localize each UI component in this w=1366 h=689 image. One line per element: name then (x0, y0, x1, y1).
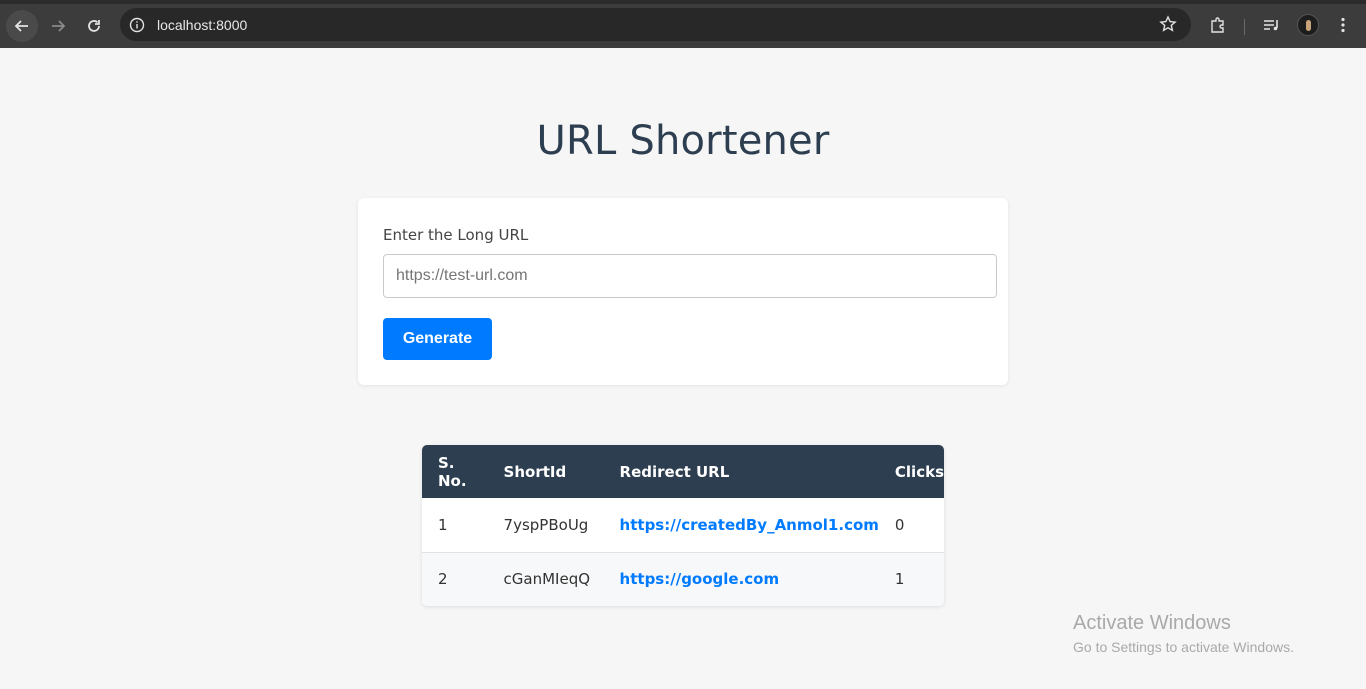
watermark-title: Activate Windows (1073, 612, 1231, 634)
profile-avatar[interactable] (1297, 14, 1319, 36)
row-clicks: 0 (894, 515, 905, 534)
table-row: 1 7yspPBoUg https://createdBy_Anmol1.com… (422, 498, 944, 552)
header-sno: S. No. (438, 453, 467, 490)
browser-toolbar: localhost:8000 (0, 0, 1366, 48)
extensions-icon[interactable] (1206, 13, 1230, 37)
page-title: URL Shortener (536, 118, 830, 164)
back-button[interactable] (6, 10, 38, 42)
media-controls-icon[interactable] (1259, 13, 1283, 37)
row-redirect-cell: https://google.com (604, 552, 879, 606)
watermark-subtitle: Go to Settings to activate Windows. (1073, 639, 1294, 655)
redirect-url-link[interactable]: https://createdBy_Anmol1.com (620, 516, 879, 534)
forward-arrow-icon (52, 20, 66, 32)
forward-button[interactable] (42, 10, 74, 42)
activate-windows-watermark: Activate Windows Go to Settings to activ… (1073, 612, 1294, 655)
header-redirect-url: Redirect URL (619, 462, 730, 481)
more-menu-icon[interactable] (1331, 13, 1355, 37)
row-short-id: 7yspPBoUg (503, 515, 589, 534)
row-short-id: cGanMIeqQ (503, 570, 591, 589)
site-info-icon[interactable] (128, 16, 146, 34)
long-url-label: Enter the Long URL (383, 226, 529, 244)
table-header-row: S. No. ShortId Redirect URL Clicks (422, 445, 944, 498)
generate-button[interactable]: Generate (383, 318, 492, 360)
header-clicks: Clicks (894, 462, 944, 481)
redirect-url-link[interactable]: https://google.com (620, 570, 780, 588)
header-shortid: ShortId (503, 462, 567, 481)
row-clicks: 1 (894, 570, 905, 589)
address-bar[interactable]: localhost:8000 (120, 8, 1191, 41)
toolbar-separator (1244, 19, 1245, 35)
table-row: 2 cGanMIeqQ https://google.com 1 (422, 552, 944, 606)
bookmark-star-icon[interactable] (1159, 15, 1177, 38)
row-sno: 1 (438, 515, 448, 534)
address-url[interactable]: localhost:8000 (157, 17, 247, 33)
row-redirect-cell: https://createdBy_Anmol1.com (604, 498, 879, 552)
long-url-input[interactable] (383, 254, 997, 298)
back-arrow-icon (14, 20, 28, 32)
reload-button[interactable] (78, 10, 110, 42)
urls-table: S. No. ShortId Redirect URL Clicks 1 7ys… (422, 445, 944, 606)
reload-icon (88, 20, 100, 32)
row-sno: 2 (438, 570, 448, 589)
shorten-form-card: Enter the Long URL Generate (358, 198, 1008, 385)
